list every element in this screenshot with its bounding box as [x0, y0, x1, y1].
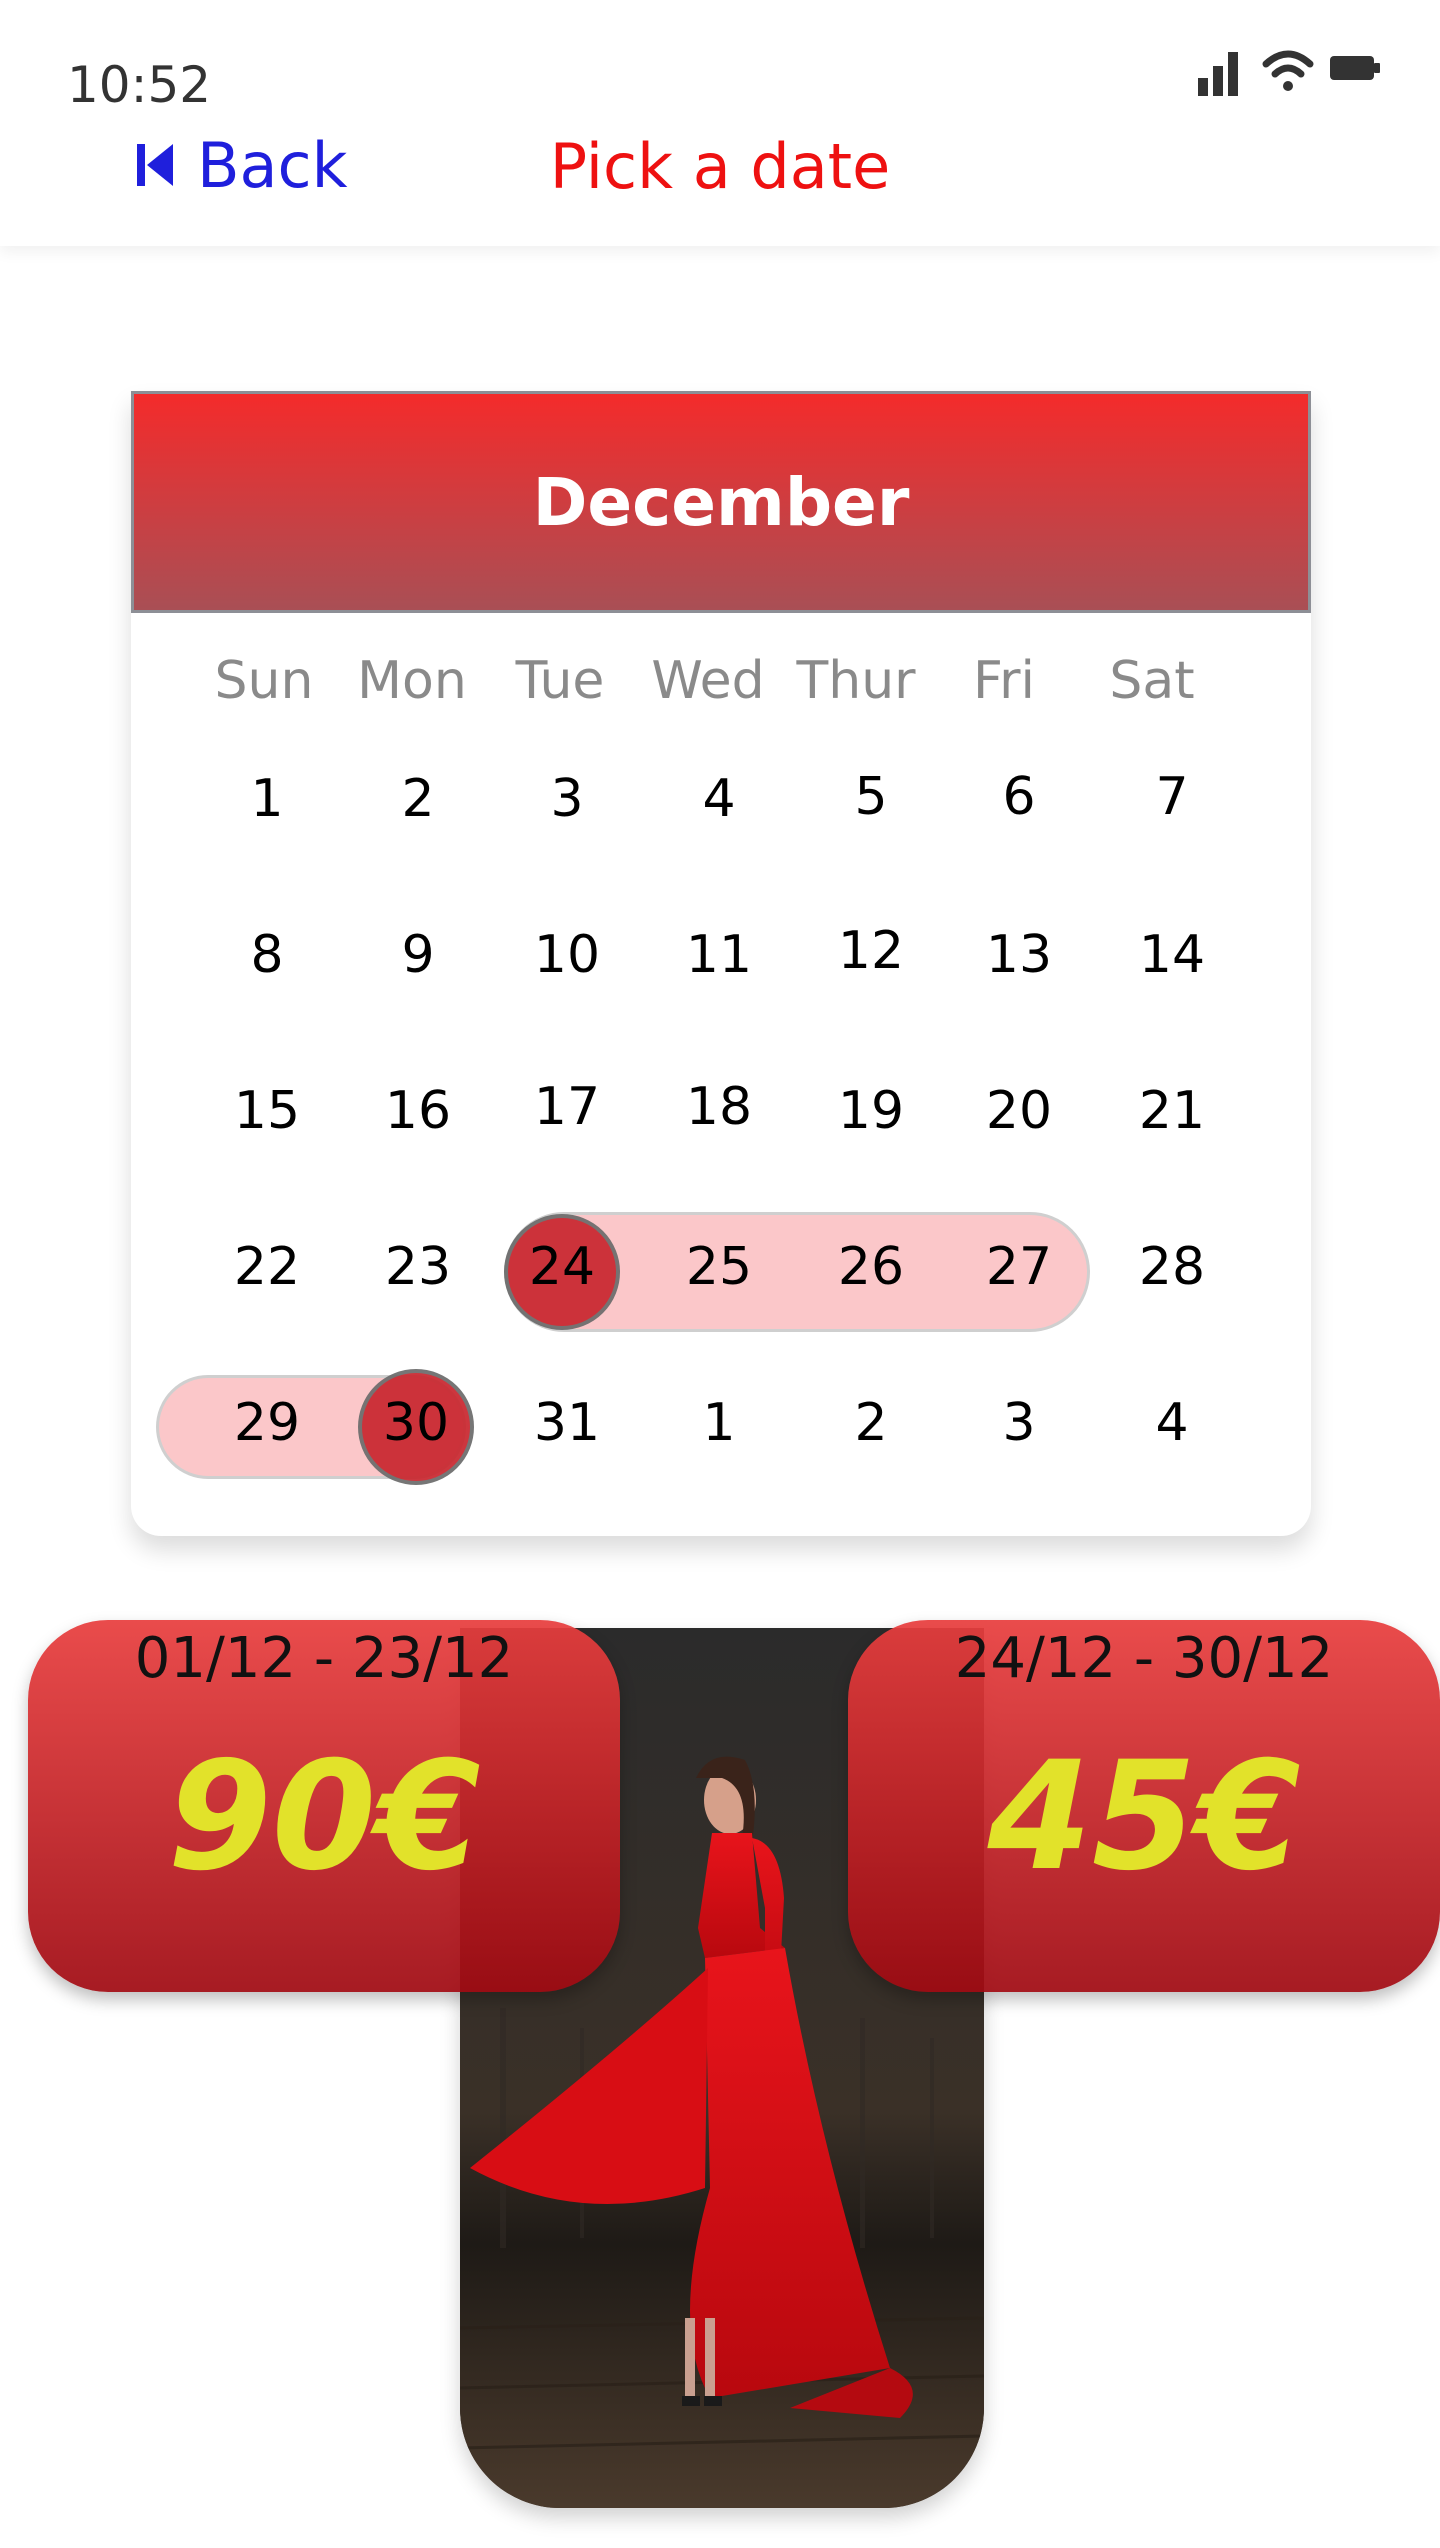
day-cell[interactable]: 3: [497, 749, 637, 849]
day-cell-selected-end[interactable]: 30: [346, 1373, 486, 1473]
day-cell[interactable]: 19: [801, 1061, 941, 1161]
price-date-range: 01/12 - 23/12: [134, 1626, 514, 1691]
battery-icon: [1330, 56, 1380, 80]
day-cell[interactable]: 8: [197, 905, 337, 1005]
page-title: Pick a date: [549, 130, 891, 203]
price-card-late[interactable]: 24/12 - 30/12 45€: [848, 1620, 1440, 1992]
weekday-thur: Thur: [796, 651, 916, 711]
weekday-fri: Fri: [973, 651, 1035, 711]
status-icons: [1198, 50, 1380, 96]
day-cell[interactable]: 6: [949, 747, 1089, 847]
day-cell[interactable]: 17: [497, 1057, 637, 1157]
weekday-tue: Tue: [515, 651, 605, 711]
price-date-range: 24/12 - 30/12: [954, 1626, 1334, 1691]
price-amount: 45€: [987, 1730, 1301, 1904]
day-cell[interactable]: 12: [801, 901, 941, 1001]
weekday-mon: Mon: [357, 651, 467, 711]
weekday-sun: Sun: [214, 651, 314, 711]
day-cell[interactable]: 11: [649, 905, 789, 1005]
day-cell-next-month[interactable]: 4: [1102, 1373, 1242, 1473]
wifi-icon: [1262, 50, 1314, 91]
day-cell-next-month[interactable]: 1: [649, 1373, 789, 1473]
day-cell-in-range[interactable]: 26: [801, 1217, 941, 1317]
day-cell[interactable]: 22: [197, 1217, 337, 1317]
day-cell[interactable]: 2: [348, 749, 488, 849]
day-cell[interactable]: 10: [497, 905, 637, 1005]
signal-icon: [1198, 52, 1238, 96]
day-cell[interactable]: 4: [649, 749, 789, 849]
day-cell[interactable]: 23: [348, 1217, 488, 1317]
day-cell[interactable]: 9: [348, 905, 488, 1005]
day-cell[interactable]: 20: [949, 1061, 1089, 1161]
day-cell[interactable]: 16: [348, 1061, 488, 1161]
month-title: December: [532, 463, 910, 541]
calendar-header: December: [131, 391, 1311, 613]
price-amount: 90€: [167, 1730, 481, 1904]
day-cell[interactable]: 31: [497, 1373, 637, 1473]
day-cell[interactable]: 28: [1102, 1217, 1242, 1317]
price-card-early[interactable]: 01/12 - 23/12 90€: [28, 1620, 620, 1992]
day-cell[interactable]: 15: [197, 1061, 337, 1161]
day-cell-next-month[interactable]: 2: [801, 1373, 941, 1473]
day-cell-selected-start[interactable]: 24: [492, 1217, 632, 1317]
weekday-wed: Wed: [651, 651, 765, 711]
day-cell-next-month[interactable]: 3: [949, 1373, 1089, 1473]
day-cell[interactable]: 1: [197, 749, 337, 849]
day-cell[interactable]: 5: [801, 747, 941, 847]
day-cell-in-range[interactable]: 25: [649, 1217, 789, 1317]
day-cell[interactable]: 18: [649, 1057, 789, 1157]
status-time: 10:52: [67, 56, 212, 114]
day-cell-in-range[interactable]: 29: [197, 1373, 337, 1473]
weekday-sat: Sat: [1109, 651, 1195, 711]
day-cell-in-range[interactable]: 27: [949, 1217, 1089, 1317]
calendar-card: December Sun Mon Tue Wed Thur Fri Sat 1 …: [131, 391, 1311, 1536]
top-bar: 10:52 Back Pick a date: [0, 0, 1440, 246]
day-cell[interactable]: 14: [1102, 905, 1242, 1005]
day-cell[interactable]: 13: [949, 905, 1089, 1005]
day-cell[interactable]: 21: [1102, 1061, 1242, 1161]
day-cell[interactable]: 7: [1102, 747, 1242, 847]
